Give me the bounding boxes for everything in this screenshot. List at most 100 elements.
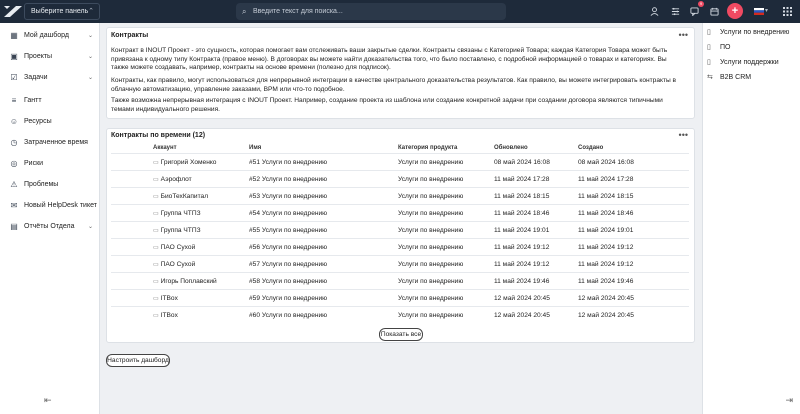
sidebar-item-label: Мой дашборд (24, 32, 69, 39)
filter-icon[interactable] (667, 3, 684, 20)
sidebar-item-label: Проекты (24, 53, 53, 60)
table-row[interactable]: ▭ Аэрофлот #52 Услуги по внедрению Услуги п… (111, 170, 689, 187)
updated-cell: 11 май 2024 19:01 (494, 227, 550, 234)
info-paragraph: Контракты, как правило, могут использова… (111, 77, 677, 93)
account-icon: ▭ (153, 211, 159, 217)
name-cell[interactable]: #52 Услуги по внедрению (249, 171, 327, 188)
table-row[interactable]: ▭ Группа ЧТПЗ #55 Услуги по внедрению Услуг… (111, 221, 689, 238)
setup-dashboard-button[interactable]: Настроить дашборд (106, 354, 170, 367)
account-name: ITBox (160, 312, 178, 319)
sidebar-item-label: Задачи (24, 74, 48, 81)
name-cell[interactable]: #60 Услуги по внедрению (249, 307, 327, 324)
account-icon: ▭ (153, 160, 159, 166)
b2b-crm-link[interactable]: ⇆ B2B CRM (707, 71, 751, 85)
sidebar-item-label: Новый HelpDesk тикет (24, 202, 97, 209)
table-row[interactable]: ▭ ПАО Сухой #57 Услуги по внедрению Услуги … (111, 255, 689, 272)
problem-icon: ⚠ (10, 180, 18, 189)
updated-cell: 11 май 2024 19:12 (494, 244, 550, 251)
add-button[interactable]: + (727, 3, 743, 19)
expand-panel-icon[interactable]: ⇥ (785, 395, 793, 406)
updated-cell: 12 май 2024 20:45 (494, 312, 550, 319)
account-cell[interactable]: ▭ ITBox (153, 307, 178, 325)
risk-icon: ◎ (10, 159, 18, 168)
sidebar-item-department-reports[interactable]: ▤ Отчёты Отдела ⌄ (0, 217, 100, 237)
table-row[interactable]: ▭ Григорий Хоменко #51 Услуги по внедрению… (111, 153, 689, 170)
search-input[interactable]: ⌕ Введите текст для поиска... (236, 3, 506, 20)
column-header[interactable]: Категория продукта (398, 145, 457, 151)
table-row[interactable]: ▭ ITBox #60 Услуги по внедрению Услуги по в… (111, 306, 689, 323)
sidebar-item-problems[interactable]: ⚠ Проблемы (0, 175, 100, 195)
contract-type-link[interactable]: ▯ Услуги по внедрению (707, 26, 789, 40)
briefcase-icon: ▣ (10, 52, 18, 61)
column-header[interactable]: Аккаунт (153, 145, 177, 151)
reports-icon: ▤ (10, 222, 18, 231)
more-options-icon[interactable]: ••• (679, 30, 688, 40)
contract-type-label: Услуги по внедрению (720, 29, 790, 36)
name-cell[interactable]: #55 Услуги по внедрению (249, 222, 327, 239)
created-cell: 11 май 2024 19:12 (578, 244, 634, 251)
show-all-button[interactable]: Показать все (379, 328, 423, 341)
account-icon: ▭ (153, 262, 159, 268)
account-icon: ▭ (153, 279, 159, 285)
created-cell: 11 май 2024 18:46 (578, 210, 634, 217)
table-row[interactable]: ▭ ITBox #59 Услуги по внедрению Услуги по в… (111, 289, 689, 306)
created-cell: 11 май 2024 19:46 (578, 278, 634, 285)
contract-type-label: Услуги поддержки (720, 59, 779, 66)
name-cell[interactable]: #59 Услуги по внедрению (249, 290, 327, 307)
language-flag-icon[interactable]: ▾ (749, 3, 769, 20)
chevron-updown-icon: ⌃ (88, 8, 94, 15)
panel-select[interactable]: Выберите панель ⌃ (24, 3, 100, 20)
name-cell[interactable]: #51 Услуги по внедрению (249, 154, 327, 171)
top-bar: Выберите панель ⌃ ⌕ Введите текст для по… (0, 0, 800, 23)
category-cell: Услуги по внедрению (398, 227, 464, 234)
chevron-down-icon: ⌄ (87, 224, 93, 230)
account-name: Группа ЧТПЗ (160, 227, 201, 234)
contract-type-link[interactable]: ▯ ПО (707, 41, 730, 55)
created-cell: 12 май 2024 20:45 (578, 295, 634, 302)
chevron-down-icon: ▾ (765, 8, 769, 14)
sidebar-item-projects[interactable]: ▣ Проекты ⌄ (0, 47, 100, 67)
sidebar-item-new-helpdesk-ticket[interactable]: ✉ Новый HelpDesk тикет (0, 196, 100, 216)
table-row[interactable]: ▭ Группа ЧТПЗ #54 Услуги по внедрению Услуг… (111, 204, 689, 221)
account-name: Аэрофлот (160, 176, 192, 183)
right-panel: ▯ Услуги по внедрению ▯ ПО ▯ Услуги подд… (702, 23, 800, 414)
name-cell[interactable]: #53 Услуги по внедрению (249, 188, 327, 205)
more-options-icon[interactable]: ••• (679, 130, 688, 140)
sidebar-item-resources[interactable]: ☺ Ресурсы (0, 112, 100, 132)
sidebar-item-time-spent[interactable]: ◷ Затраченное время (0, 133, 100, 153)
name-cell[interactable]: #58 Услуги по внедрению (249, 273, 327, 290)
sidebar-item-gantt[interactable]: ≡ Гантт (0, 91, 100, 111)
info-paragraph: Также возможна непрерывная интеграция с … (111, 97, 663, 113)
card-title: Контракты по времени (12) (111, 132, 206, 139)
notifications-icon[interactable]: 9 (686, 1, 704, 20)
contract-type-link[interactable]: ▯ Услуги поддержки (707, 56, 779, 70)
sidebar-item-label: Риски (24, 160, 44, 167)
created-cell: 11 май 2024 17:28 (578, 176, 634, 183)
chevron-down-icon: ⌄ (87, 33, 93, 39)
name-cell[interactable]: #57 Услуги по внедрению (249, 256, 327, 273)
name-cell[interactable]: #54 Услуги по внедрению (249, 205, 327, 222)
category-cell: Услуги по внедрению (398, 244, 464, 251)
document-icon: ▯ (707, 44, 711, 51)
dashboard-icon: ▦ (10, 31, 18, 40)
account-icon: ▭ (153, 245, 159, 251)
column-header[interactable]: Имя (249, 145, 261, 151)
user-icon[interactable] (646, 3, 663, 20)
category-cell: Услуги по внедрению (398, 210, 464, 217)
collapse-sidebar-icon[interactable]: ⇤ (44, 395, 52, 406)
category-cell: Услуги по внедрению (398, 159, 464, 166)
sidebar-item-risks[interactable]: ◎ Риски (0, 154, 100, 174)
table-row[interactable]: ▭ Игорь Поплавский #58 Услуги по внедрению… (111, 272, 689, 289)
calendar-icon[interactable] (706, 3, 723, 20)
apps-grid-icon[interactable] (779, 3, 796, 20)
column-header[interactable]: Создано (578, 145, 603, 151)
app-logo[interactable] (3, 4, 23, 19)
table-row[interactable]: ▭ БиоТехКапитал #53 Услуги по внедрению Усл… (111, 187, 689, 204)
sidebar-item-tasks[interactable]: ☑ Задачи ⌄ (0, 68, 100, 88)
category-cell: Услуги по внедрению (398, 278, 464, 285)
table-row[interactable]: ▭ ПАО Сухой #56 Услуги по внедрению Услуги … (111, 238, 689, 255)
sidebar-item-my-dashboard[interactable]: ▦ Мой дашборд ⌄ (0, 26, 100, 46)
column-header[interactable]: Обновлено (494, 145, 528, 151)
clock-icon: ◷ (10, 138, 18, 147)
name-cell[interactable]: #56 Услуги по внедрению (249, 239, 327, 256)
